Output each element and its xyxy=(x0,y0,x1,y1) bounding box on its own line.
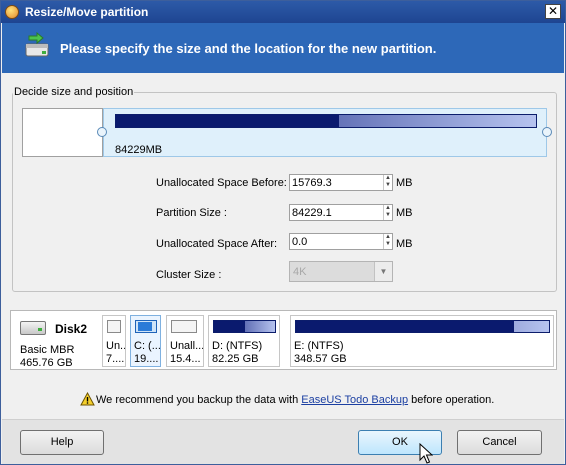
partition-label: Un... xyxy=(106,340,126,352)
partition-bar xyxy=(213,320,276,333)
chevron-down-icon[interactable]: ▼ xyxy=(374,262,392,281)
group-label: Decide size and position xyxy=(13,86,135,98)
unalloc-after-unit: MB xyxy=(396,238,413,250)
unalloc-after-input[interactable]: 0.0 ▲ ▼ xyxy=(289,233,393,250)
banner-text: Please specify the size and the location… xyxy=(60,41,437,56)
partition-size: 82.25 GB xyxy=(212,353,259,365)
window-title: Resize/Move partition xyxy=(25,5,149,19)
unalloc-after-label: Unallocated Space After: xyxy=(156,238,278,250)
partition-block-unalloc[interactable]: Unall... 15.4... xyxy=(166,315,204,367)
spinner-arrows-icon[interactable]: ▲ ▼ xyxy=(383,234,392,249)
hard-disk-icon xyxy=(20,321,46,335)
partition-icon xyxy=(25,32,49,57)
partition-bar xyxy=(107,320,121,333)
resize-move-dialog: Resize/Move partition ✕ Please specify t… xyxy=(0,0,566,465)
partition-block-e[interactable]: E: (NTFS) 348.57 GB xyxy=(290,315,554,367)
cluster-size-label: Cluster Size : xyxy=(156,269,222,281)
partition-size-label-field: Partition Size : xyxy=(156,207,227,219)
partition-size: 348.57 GB xyxy=(294,353,347,365)
partition-bar xyxy=(295,320,550,333)
partition-size: 15.4... xyxy=(170,353,201,365)
close-button[interactable]: ✕ xyxy=(545,4,561,19)
unalloc-after-value: 0.0 xyxy=(292,236,308,248)
partition-size-label: 84229MB xyxy=(115,144,163,156)
cancel-button[interactable]: Cancel xyxy=(457,430,542,455)
partition-block-d[interactable]: D: (NTFS) 82.25 GB xyxy=(208,315,280,367)
spinner-arrows-icon[interactable]: ▲ ▼ xyxy=(383,175,392,190)
unalloc-before-input[interactable]: 15769.3 ▲ ▼ xyxy=(289,174,393,191)
warning-text-before: We recommend you backup the data with xyxy=(96,394,302,406)
partition-size-value: 84229.1 xyxy=(292,207,332,219)
unalloc-before-value: 15769.3 xyxy=(292,177,332,189)
cluster-size-select[interactable]: 4K ▼ xyxy=(289,261,393,282)
partition-layout-map[interactable]: 84229MB xyxy=(22,108,552,158)
partition-label: C: (... xyxy=(134,340,161,352)
help-button[interactable]: Help xyxy=(20,430,104,455)
partition-usage-fill xyxy=(116,115,339,127)
unalloc-before-label: Unallocated Space Before: xyxy=(156,177,287,189)
disk-type: Basic MBR xyxy=(20,344,75,356)
disk-map-panel: Disk2 Basic MBR 465.76 GB Un... 7.... C:… xyxy=(10,310,557,370)
app-icon xyxy=(5,5,19,19)
warning-icon xyxy=(80,392,95,406)
left-resize-handle[interactable] xyxy=(97,127,107,137)
todo-backup-link[interactable]: EaseUS Todo Backup xyxy=(301,394,408,406)
partition-size-input[interactable]: 84229.1 ▲ ▼ xyxy=(289,204,393,221)
partition-size: 19.... xyxy=(134,353,159,365)
backup-warning: We recommend you backup the data with Ea… xyxy=(80,392,494,406)
right-resize-handle[interactable] xyxy=(542,127,552,137)
disk-info: Disk2 Basic MBR 465.76 GB xyxy=(11,311,99,369)
partition-usage-bar xyxy=(115,114,537,128)
cluster-size-value: 4K xyxy=(293,266,307,278)
partition-label: E: (NTFS) xyxy=(294,340,344,352)
partition-label: Unall... xyxy=(170,340,204,352)
partition-size: 7.... xyxy=(106,353,125,365)
partition-bar xyxy=(135,320,157,333)
mouse-cursor-icon xyxy=(419,443,433,464)
spinner-arrows-icon[interactable]: ▲ ▼ xyxy=(383,205,392,220)
unalloc-before-unit: MB xyxy=(396,177,413,189)
partition-block-c[interactable]: C: (... 19.... xyxy=(130,315,161,367)
new-partition-block[interactable]: 84229MB xyxy=(103,108,547,157)
partition-bar xyxy=(171,320,197,333)
disk-size: 465.76 GB xyxy=(20,357,73,369)
partition-size-unit: MB xyxy=(396,207,413,219)
header-banner: Please specify the size and the location… xyxy=(2,23,564,73)
warning-text-after: before operation. xyxy=(408,394,495,406)
partition-label: D: (NTFS) xyxy=(212,340,263,352)
unallocated-before-block xyxy=(22,108,103,157)
title-bar[interactable]: Resize/Move partition ✕ xyxy=(1,1,565,23)
partition-block-1[interactable]: Un... 7.... xyxy=(102,315,126,367)
disk-name: Disk2 xyxy=(55,322,88,336)
